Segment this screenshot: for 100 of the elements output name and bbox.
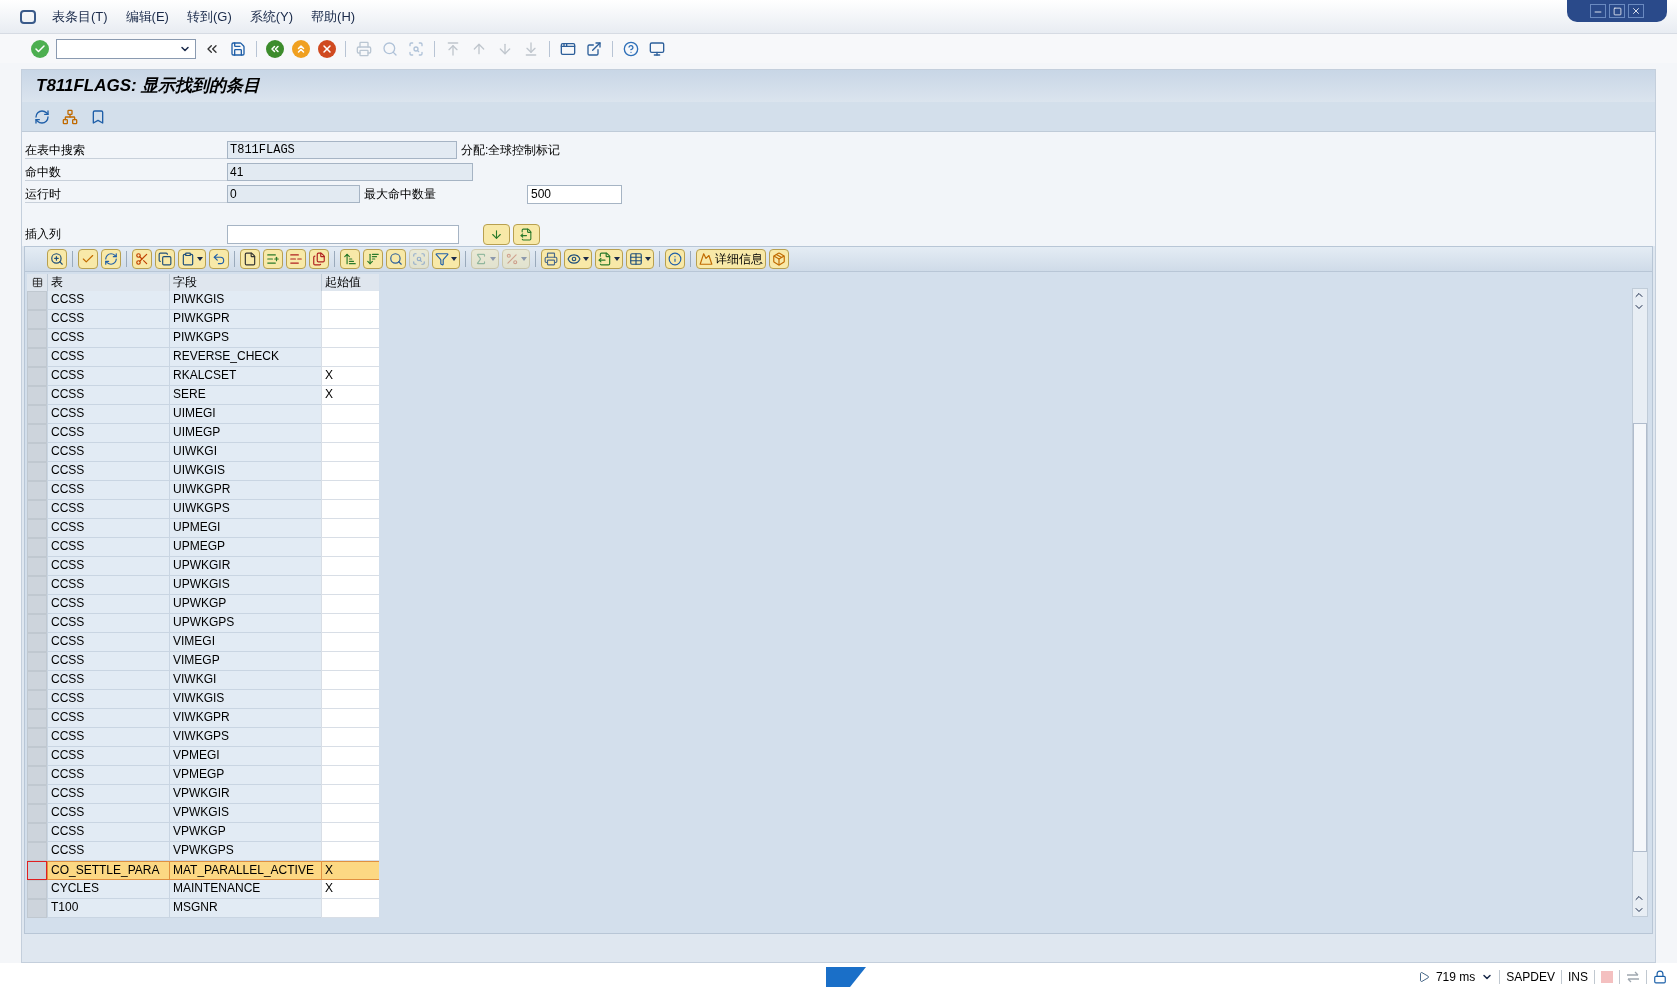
table-cell: MAINTENANCE xyxy=(169,880,321,899)
table-cell xyxy=(321,519,379,538)
table-cell: CCSS xyxy=(47,690,169,709)
toolbar-button[interactable] xyxy=(665,249,685,269)
toolbar-button[interactable] xyxy=(317,38,337,59)
table-cell: CCSS xyxy=(47,823,169,842)
table-cell xyxy=(321,633,379,652)
menu-item[interactable]: 表条目(T) xyxy=(50,6,110,27)
apply-button[interactable] xyxy=(483,223,510,245)
table-cell: UIWKGPS xyxy=(169,500,321,519)
menu-item[interactable]: 编辑(E) xyxy=(123,6,171,27)
screen-title: T811FLAGS: 显示找到的条目 xyxy=(36,75,261,98)
undo-icon xyxy=(212,252,226,266)
table-cell: CCSS xyxy=(47,709,169,728)
command-field[interactable] xyxy=(56,38,196,59)
back-icon xyxy=(266,39,284,58)
table-cell: CCSS xyxy=(47,481,169,500)
refresh-icon xyxy=(104,252,118,266)
toolbar-button[interactable]: 详细信息 xyxy=(696,249,766,269)
table-cell: CCSS xyxy=(47,804,169,823)
magnifier-icon xyxy=(50,252,64,266)
table-cell: X xyxy=(321,386,379,405)
toolbar-button[interactable] xyxy=(340,249,360,269)
select-all-icon[interactable] xyxy=(27,274,47,291)
toolbar-button[interactable] xyxy=(432,249,460,269)
table-cell xyxy=(321,348,379,367)
table-cell: CCSS xyxy=(47,310,169,329)
play-icon[interactable] xyxy=(1417,971,1430,983)
table-cell: REVERSE_CHECK xyxy=(169,348,321,367)
table-cell xyxy=(321,671,379,690)
layout-icon xyxy=(629,252,643,266)
toolbar-button[interactable] xyxy=(626,249,654,269)
insert-column-field[interactable] xyxy=(227,224,459,244)
close-button[interactable] xyxy=(1628,4,1644,18)
table-cell xyxy=(321,462,379,481)
menu-icon[interactable] xyxy=(20,9,36,24)
toolbar-button[interactable] xyxy=(309,249,329,269)
table-cell: VPWKGP xyxy=(169,823,321,842)
vertical-scrollbar[interactable] xyxy=(1632,288,1648,917)
table-cell xyxy=(321,329,379,348)
hierarchy-icon xyxy=(62,108,78,125)
table-cell xyxy=(321,405,379,424)
sort-ascending-icon xyxy=(343,252,357,266)
insert-mode: INS xyxy=(1568,969,1588,986)
export-icon xyxy=(598,252,612,266)
table-cell: CCSS xyxy=(47,595,169,614)
toolbar-button[interactable] xyxy=(240,249,260,269)
table-cell xyxy=(321,500,379,519)
row-selector[interactable] xyxy=(27,861,47,880)
table-cell: VIMEGP xyxy=(169,652,321,671)
first-page-icon xyxy=(445,40,461,57)
table-cell xyxy=(321,614,379,633)
toolbar-button[interactable] xyxy=(595,249,623,269)
toolbar-button[interactable] xyxy=(101,249,121,269)
toolbar-button[interactable] xyxy=(209,249,229,269)
toolbar-button[interactable] xyxy=(178,249,206,269)
lock-icon[interactable] xyxy=(1653,970,1667,984)
table-cell: CCSS xyxy=(47,785,169,804)
column-header[interactable]: 字段 xyxy=(169,274,321,291)
table-cell: UIMEGP xyxy=(169,424,321,443)
apply-button[interactable] xyxy=(513,223,540,245)
printer-icon xyxy=(356,40,372,57)
last-page-icon xyxy=(523,40,539,57)
close-icon xyxy=(1631,6,1641,16)
menu-item[interactable]: 系统(Y) xyxy=(247,6,296,27)
menu-item[interactable]: 转到(G) xyxy=(184,6,234,27)
toolbar-button[interactable] xyxy=(155,249,175,269)
column-header[interactable]: 表 xyxy=(47,274,169,291)
field-label: 最大命中数量 xyxy=(364,186,437,203)
table-cell xyxy=(321,785,379,804)
toolbar-button[interactable] xyxy=(541,249,561,269)
column-header[interactable]: 起始值 xyxy=(321,274,379,291)
toolbar-button[interactable] xyxy=(47,249,67,269)
table-cell xyxy=(321,595,379,614)
exit-icon xyxy=(292,39,310,58)
minimize-button[interactable] xyxy=(1590,4,1606,18)
table-cell: CCSS xyxy=(47,329,169,348)
max-hits-field[interactable]: 500 xyxy=(527,184,622,204)
table-cell: PIWKGPS xyxy=(169,329,321,348)
table-cell xyxy=(321,557,379,576)
export-icon xyxy=(520,227,533,241)
help-icon xyxy=(623,40,639,57)
table-cell: UIWKGI xyxy=(169,443,321,462)
field-label: 插入列 xyxy=(25,226,62,243)
save-icon xyxy=(230,40,246,57)
table-cell xyxy=(321,823,379,842)
maximize-button[interactable] xyxy=(1609,4,1625,18)
cancel-icon xyxy=(318,39,336,58)
toolbar-button[interactable] xyxy=(564,249,592,269)
table-cell: VIWKGPS xyxy=(169,728,321,747)
table-cell: CCSS xyxy=(47,728,169,747)
menu-item[interactable]: 帮助(H) xyxy=(309,6,358,27)
table-cell: CCSS xyxy=(47,614,169,633)
table-cell xyxy=(321,652,379,671)
paste-icon xyxy=(181,252,195,266)
table-cell: MAT_PARALLEL_ACTIVE xyxy=(169,861,321,880)
field-label: 命中数 xyxy=(25,163,227,181)
table-cell: RKALCSET xyxy=(169,367,321,386)
copy-icon xyxy=(158,252,172,266)
table-cell: MSGNR xyxy=(169,899,321,918)
